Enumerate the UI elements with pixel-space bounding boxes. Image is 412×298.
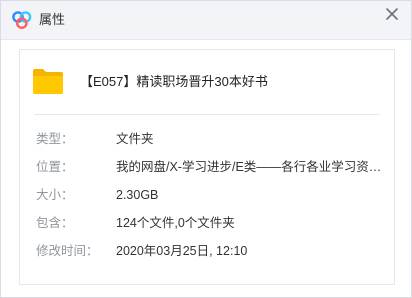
title-bar: 属性	[1, 1, 411, 40]
folder-icon	[30, 64, 66, 98]
properties-panel: 【E057】精读职场晋升30本好书 类型： 文件夹 位置： 我的网盘/X-学习进…	[19, 49, 395, 285]
property-row-contains: 包含： 124个文件,0个文件夹	[20, 214, 394, 232]
property-label: 包含：	[36, 216, 74, 230]
divider	[34, 114, 380, 115]
property-label: 位置：	[36, 160, 74, 174]
property-row-type: 类型： 文件夹	[20, 130, 394, 148]
file-header: 【E057】精读职场晋升30本好书	[20, 50, 394, 110]
property-label: 大小：	[36, 188, 74, 202]
property-value: 124个文件,0个文件夹	[116, 216, 235, 230]
location-link[interactable]: 我的网盘/X-学习进步/E类——各行各业学习资料/E05-考研考证深度精读的文件…	[116, 158, 386, 176]
baidu-netdisk-cloud-icon	[11, 10, 33, 30]
property-row-size: 大小： 2.30GB	[20, 186, 394, 204]
property-value: 文件夹	[116, 132, 154, 146]
properties-dialog: 属性 【E057】精读职场晋升30本好书 类型： 文件夹 位置： 我的网盘/X-…	[0, 0, 412, 298]
property-row-modified: 修改时间： 2020年03月25日, 12:10	[20, 242, 394, 260]
file-name: 【E057】精读职场晋升30本好书	[80, 74, 268, 89]
property-row-location: 位置： 我的网盘/X-学习进步/E类——各行各业学习资料/E05-考研考证深度精…	[20, 158, 394, 176]
property-label: 修改时间：	[36, 244, 99, 258]
close-icon[interactable]	[383, 5, 401, 23]
property-value: 2.30GB	[116, 188, 159, 202]
dialog-title: 属性	[39, 12, 66, 27]
property-label: 类型：	[36, 132, 74, 146]
property-value: 2020年03月25日, 12:10	[116, 244, 248, 258]
